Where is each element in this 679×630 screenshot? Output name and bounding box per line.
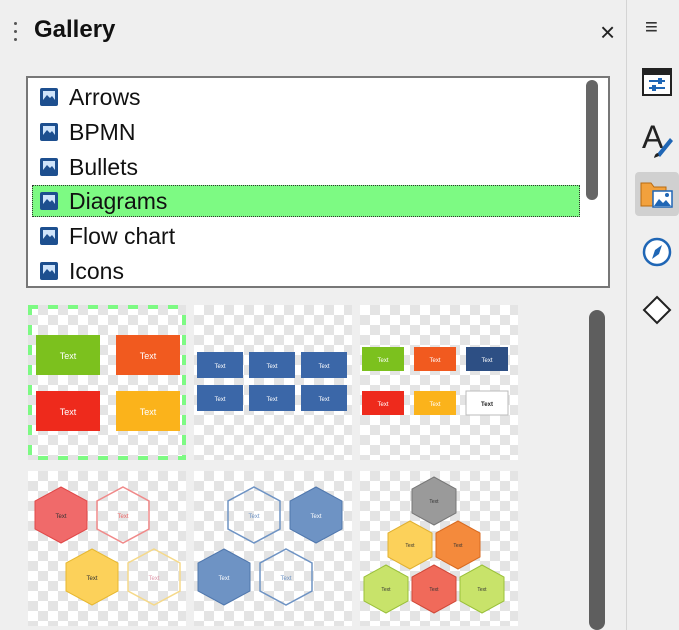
theme-item-arrows[interactable]: Arrows bbox=[32, 81, 580, 113]
theme-item-icons[interactable]: Icons bbox=[32, 255, 580, 286]
shapes-icon bbox=[642, 295, 672, 325]
theme-item-diagrams[interactable]: Diagrams bbox=[32, 185, 580, 217]
gallery-theme-icon bbox=[40, 192, 58, 210]
svg-text:Text: Text bbox=[453, 543, 463, 549]
sidebar-tabbar: ≡ A bbox=[627, 0, 679, 630]
svg-text:Text: Text bbox=[214, 397, 225, 403]
sidebar-tab-properties[interactable] bbox=[635, 60, 679, 104]
theme-item-label: Diagrams bbox=[69, 187, 168, 214]
svg-text:Text: Text bbox=[429, 358, 440, 364]
gallery-item-blue-grid[interactable]: Text Text Text Text Text Text bbox=[194, 305, 352, 460]
gallery-item-hex-pyramid[interactable]: Text Text Text Text Text Text bbox=[360, 471, 518, 626]
svg-text:Text: Text bbox=[429, 587, 439, 593]
svg-text:Text: Text bbox=[318, 364, 329, 370]
svg-text:Text: Text bbox=[86, 576, 97, 582]
theme-list-scrollbar-thumb[interactable] bbox=[586, 80, 598, 200]
close-icon[interactable]: × bbox=[600, 18, 615, 46]
theme-item-label: Icons bbox=[69, 257, 124, 284]
svg-text:Text: Text bbox=[218, 576, 229, 582]
svg-text:Text: Text bbox=[377, 358, 388, 364]
svg-text:Text: Text bbox=[429, 402, 440, 408]
svg-text:Text: Text bbox=[481, 358, 492, 364]
svg-text:Text: Text bbox=[405, 543, 415, 549]
svg-text:Text: Text bbox=[214, 364, 225, 370]
drag-handle-icon[interactable] bbox=[14, 22, 18, 48]
theme-item-label: BPMN bbox=[69, 118, 136, 145]
box-text: Text bbox=[60, 407, 77, 417]
theme-item-label: Flow chart bbox=[69, 222, 176, 249]
gallery-items: Text Text Text Text Text Text Text Text … bbox=[28, 305, 588, 630]
svg-text:Text: Text bbox=[266, 364, 277, 370]
theme-item-flow-chart[interactable]: Flow chart bbox=[32, 220, 580, 252]
gallery-panel: Gallery × Arrows BPMN Bullets Diagrams F… bbox=[0, 0, 626, 630]
gallery-item-warm-hexagons[interactable]: Text Text Text Text bbox=[28, 471, 186, 626]
gallery-theme-icon bbox=[40, 262, 58, 280]
svg-text:Text: Text bbox=[429, 499, 439, 505]
navigator-icon bbox=[642, 237, 672, 267]
box-text: Text bbox=[60, 351, 77, 361]
sidebar-tab-gallery[interactable] bbox=[635, 172, 679, 216]
gallery-theme-icon bbox=[40, 158, 58, 176]
theme-item-label: Arrows bbox=[69, 83, 141, 110]
panel-title: Gallery bbox=[34, 16, 116, 43]
sidebar-tab-shapes[interactable] bbox=[635, 288, 679, 332]
box-text: Text bbox=[140, 407, 157, 417]
svg-text:Text: Text bbox=[266, 397, 277, 403]
gallery-theme-icon bbox=[40, 227, 58, 245]
svg-text:Text: Text bbox=[477, 587, 487, 593]
box-text: Text bbox=[140, 351, 157, 361]
sidebar-menu-icon[interactable]: ≡ bbox=[645, 14, 658, 40]
theme-item-label: Bullets bbox=[69, 153, 139, 180]
gallery-item-diagram-2x2[interactable]: Text Text Text Text bbox=[28, 305, 186, 460]
gallery-item-blue-hexagons[interactable]: Text Text Text Text bbox=[194, 471, 352, 626]
theme-list[interactable]: Arrows BPMN Bullets Diagrams Flow chart … bbox=[26, 76, 610, 288]
sidebar-tab-navigator[interactable] bbox=[635, 230, 679, 274]
gallery-icon bbox=[640, 182, 673, 208]
svg-text:Text: Text bbox=[310, 514, 321, 520]
svg-text:Text: Text bbox=[481, 402, 493, 408]
svg-text:Text: Text bbox=[148, 576, 159, 582]
properties-icon bbox=[642, 68, 672, 96]
sidebar-tab-styles[interactable]: A bbox=[635, 118, 679, 162]
theme-item-bpmn[interactable]: BPMN bbox=[32, 116, 580, 148]
svg-text:Text: Text bbox=[377, 402, 388, 408]
gallery-items-scrollbar[interactable] bbox=[589, 310, 605, 630]
gallery-item-color-grid[interactable]: Text Text Text Text Text Text bbox=[360, 305, 518, 460]
styles-icon: A bbox=[642, 120, 673, 158]
svg-text:Text: Text bbox=[55, 514, 66, 520]
svg-text:Text: Text bbox=[280, 576, 291, 582]
svg-text:Text: Text bbox=[381, 587, 391, 593]
svg-text:Text: Text bbox=[248, 514, 259, 520]
svg-text:Text: Text bbox=[318, 397, 329, 403]
svg-text:Text: Text bbox=[117, 514, 128, 520]
theme-item-bullets[interactable]: Bullets bbox=[32, 151, 580, 183]
gallery-theme-icon bbox=[40, 88, 58, 106]
gallery-theme-icon bbox=[40, 123, 58, 141]
